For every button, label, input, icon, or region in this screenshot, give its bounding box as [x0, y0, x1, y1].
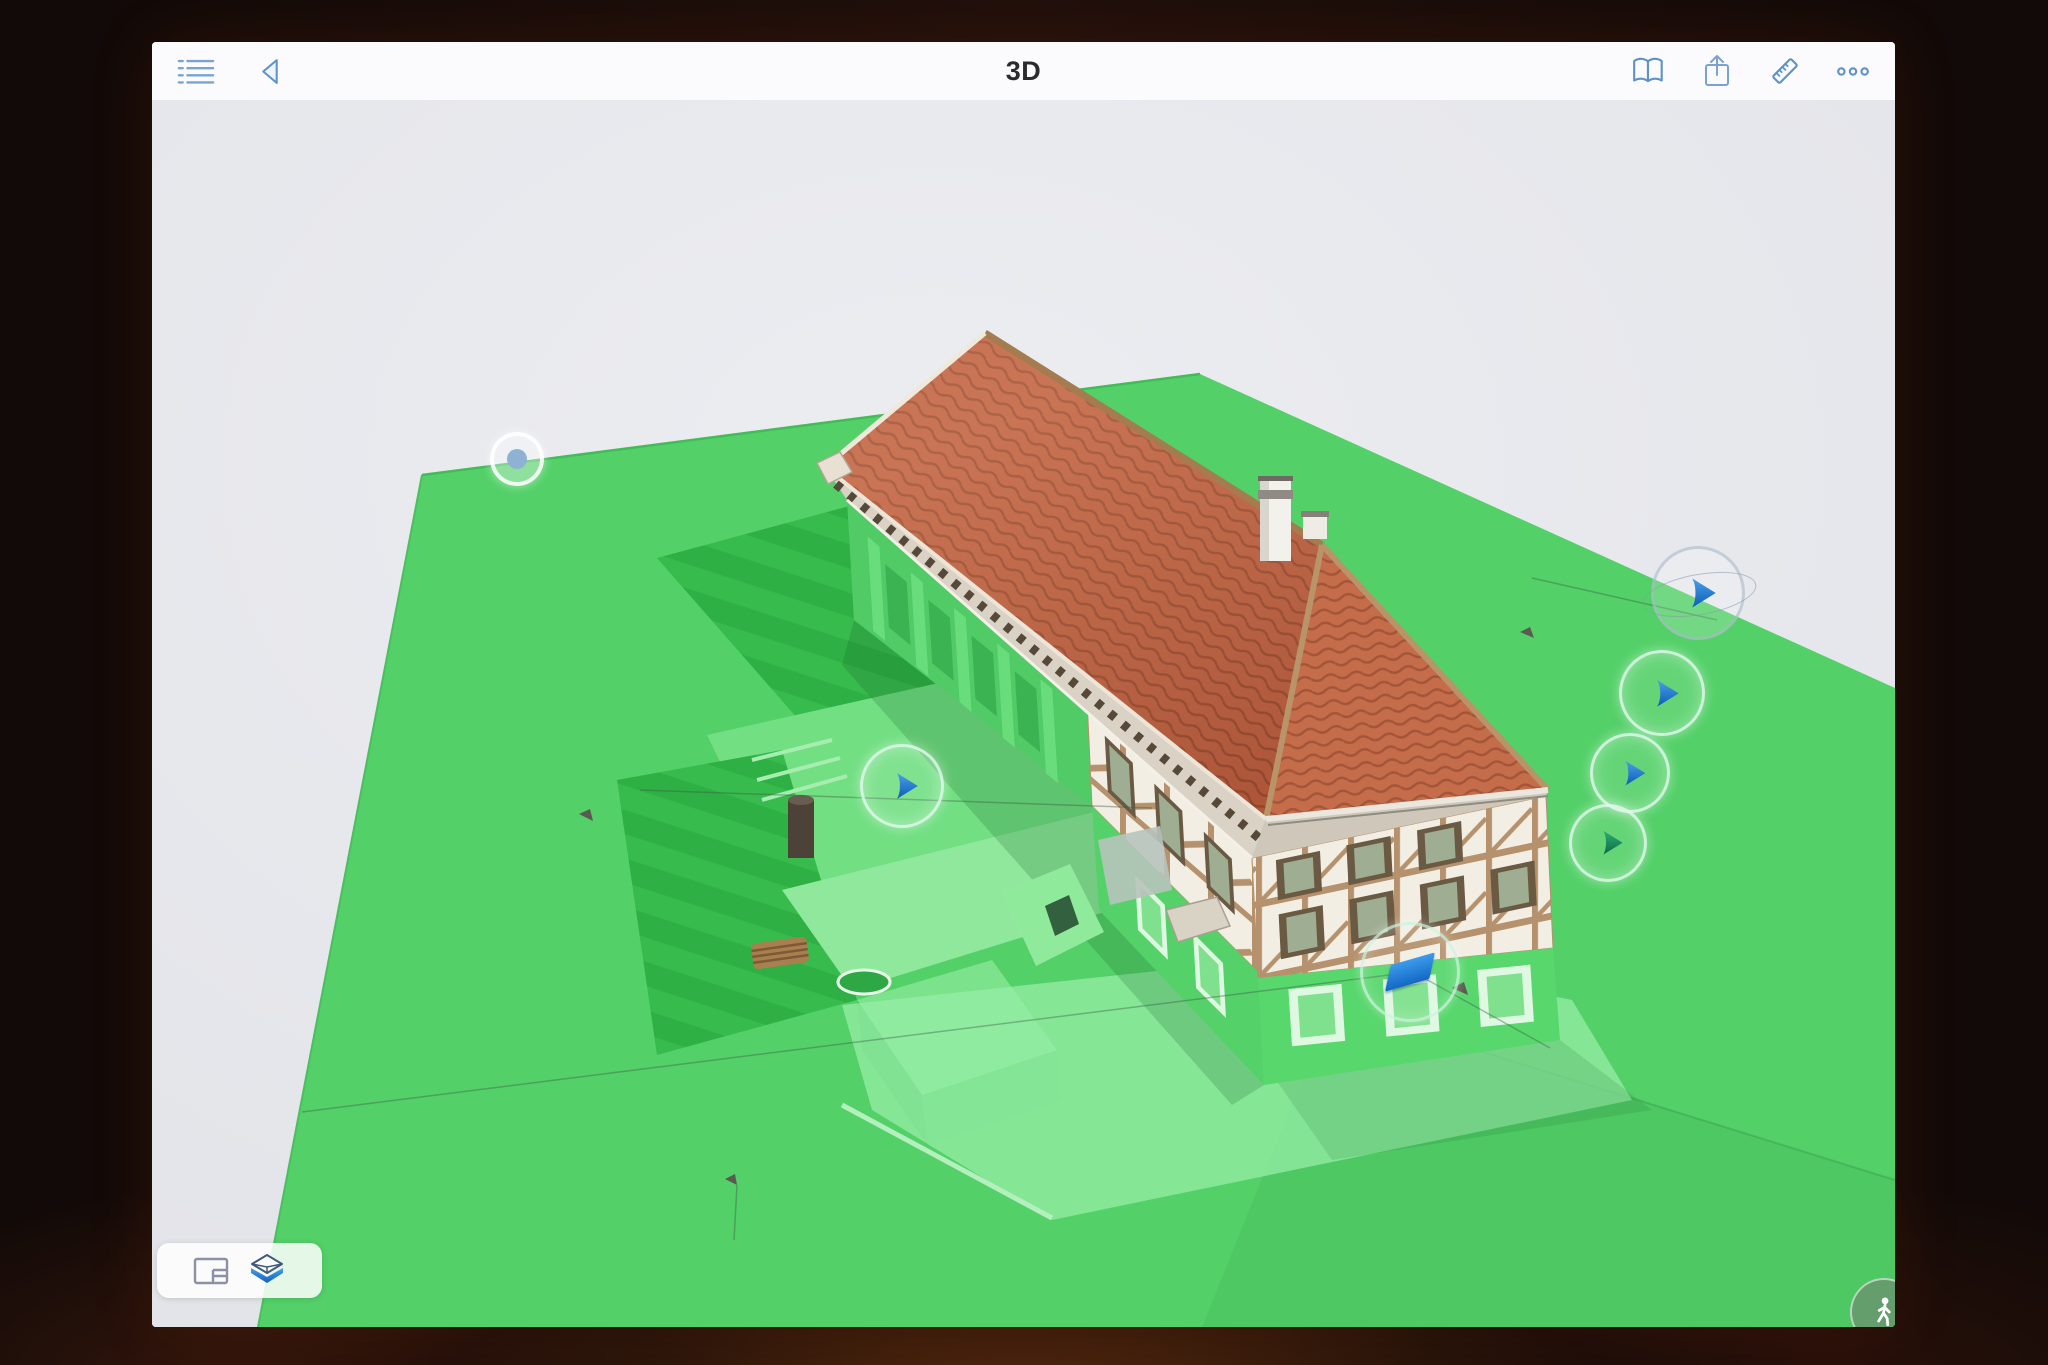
camera-cone-icon	[1682, 575, 1722, 611]
view-options-button[interactable]	[157, 1243, 322, 1298]
3d-viewport[interactable]	[152, 100, 1895, 1327]
camera-cone-icon	[888, 770, 924, 802]
back-button[interactable]	[250, 51, 290, 91]
view-dot-marker[interactable]	[490, 432, 544, 486]
layout-sheet-icon	[193, 1257, 229, 1285]
model-3d-icon	[247, 1253, 287, 1289]
ruler-icon	[1767, 53, 1803, 89]
top-view-marker[interactable]	[1360, 922, 1460, 1022]
share-icon	[1702, 53, 1732, 89]
bookmarks-button[interactable]	[1629, 51, 1669, 91]
share-button[interactable]	[1697, 51, 1737, 91]
navigation-bar: 3D	[152, 42, 1895, 101]
item-list-icon	[177, 57, 215, 86]
app-window: 3D	[152, 42, 1895, 1327]
walkthrough-4-marker[interactable]	[1590, 733, 1670, 813]
bookmarks-icon	[1631, 56, 1667, 86]
camera-cone-icon	[1617, 758, 1651, 788]
walkthrough-2-marker[interactable]	[1651, 546, 1745, 640]
walkthrough-5-marker[interactable]	[1569, 804, 1647, 882]
camera-cone-icon	[1648, 677, 1685, 710]
walkthrough-3-marker[interactable]	[1619, 650, 1705, 736]
measure-button[interactable]	[1765, 51, 1805, 91]
item-list-button[interactable]	[176, 51, 216, 91]
camera-cone-icon	[1595, 828, 1628, 857]
more-button[interactable]	[1833, 51, 1873, 91]
walkthrough-1-marker[interactable]	[860, 744, 944, 828]
camera-plane-icon	[1385, 952, 1435, 991]
walk-person-icon	[1867, 1295, 1895, 1327]
ellipsis-icon	[1835, 65, 1871, 78]
planter	[838, 970, 890, 994]
camera-dot-icon	[507, 449, 527, 469]
back-icon	[257, 56, 284, 87]
